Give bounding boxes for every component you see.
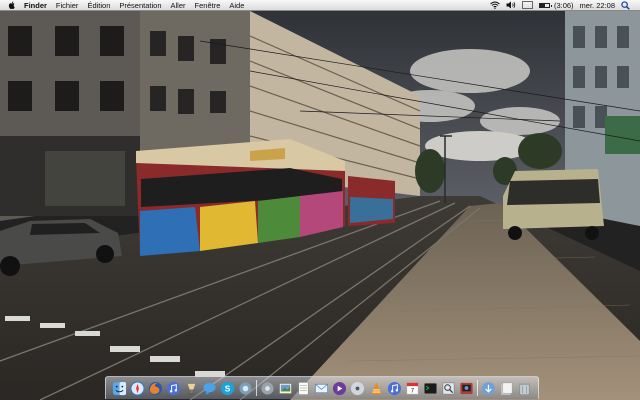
dock: S7 [105,376,539,399]
dock-separator-2[interactable] [476,380,478,396]
battery-icon [538,2,552,8]
volume-icon[interactable] [506,1,516,9]
preview-icon[interactable] [441,381,456,396]
menu-edition[interactable]: Édition [87,0,110,11]
menu-fichier[interactable]: Fichier [56,0,79,11]
battery-level [539,3,546,7]
apple-icon[interactable] [8,1,16,9]
terminal-icon[interactable] [423,381,438,396]
app-icon[interactable] [238,381,253,396]
menu-app-finder[interactable]: Finder [24,0,47,11]
dvd-player-icon[interactable] [350,381,365,396]
building-left [0,11,140,221]
trash-icon[interactable] [517,381,532,396]
itunes-icon[interactable] [166,381,181,396]
svg-text:S: S [225,383,231,393]
itunes-icon[interactable] [387,381,402,396]
wifi-icon[interactable] [490,1,500,9]
system-preferences-icon[interactable] [260,381,275,396]
finder-icon[interactable] [112,381,127,396]
photo-booth-icon[interactable] [459,381,474,396]
documents-stack-icon[interactable] [499,381,514,396]
menu-presentation[interactable]: Présentation [119,0,161,11]
menu-aller[interactable]: Aller [171,0,186,11]
vlc-icon[interactable] [369,381,384,396]
lamp-icon[interactable] [184,381,199,396]
safari-icon[interactable] [130,380,145,396]
firefox-icon[interactable] [148,381,163,396]
mail-icon[interactable] [314,381,329,396]
menu-fenetre[interactable]: Fenêtre [195,0,221,11]
textedit-icon[interactable] [296,381,311,396]
downloads-icon[interactable] [481,381,496,396]
clock[interactable]: mer. 22:08 [580,0,615,11]
menu-extras: (3:06) mer. 22:08 [490,0,640,11]
flag-icon[interactable] [521,1,533,9]
spotlight-icon[interactable] [621,0,630,10]
battery-time: (3:06) [553,0,574,10]
imovie-icon[interactable] [332,381,347,396]
iphoto-icon[interactable] [278,381,293,396]
ichat-icon[interactable] [202,381,217,396]
skype-icon[interactable]: S [220,381,235,396]
calendar-icon[interactable]: 7 [405,381,420,396]
menu-bar: Finder Fichier Édition Présentation Alle… [0,0,640,11]
desktop-wallpaper [0,11,640,400]
menu-aide[interactable]: Aide [229,0,244,11]
battery-status[interactable]: (3:06) [538,0,574,11]
dock-separator-1[interactable] [256,380,258,396]
van [503,169,604,240]
